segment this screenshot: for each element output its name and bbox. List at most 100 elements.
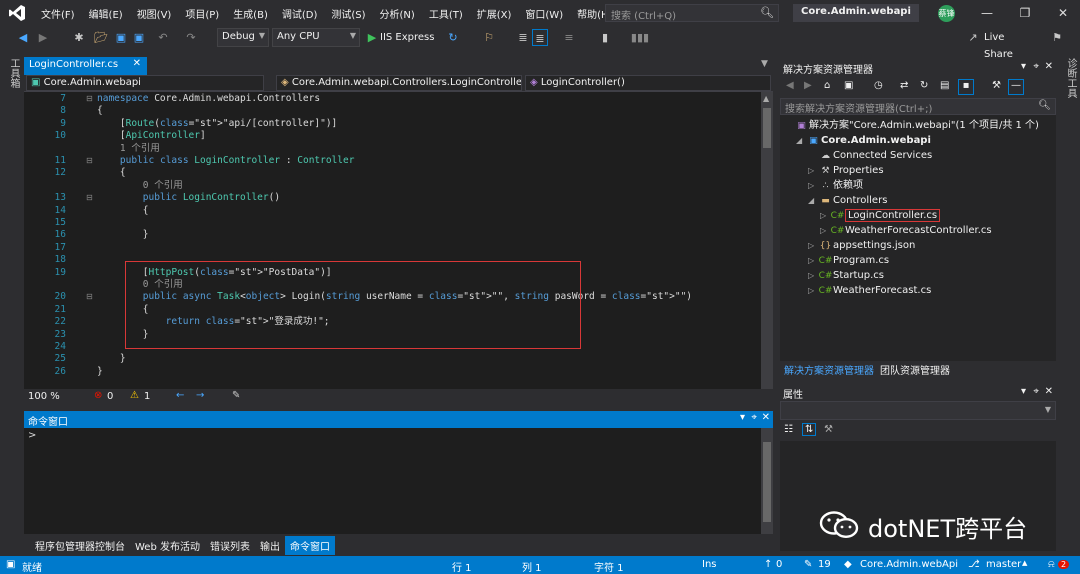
code-line[interactable]: {	[97, 105, 103, 117]
code-line[interactable]: }	[97, 353, 126, 365]
expand-icon[interactable]: ▷	[808, 253, 818, 268]
pin-icon[interactable]: ⌖	[751, 412, 757, 423]
menu-item[interactable]: 分析(N)	[373, 6, 422, 21]
save-all-icon[interactable]: ▣	[132, 29, 146, 46]
status-repo[interactable]: Core.Admin.webApi	[860, 559, 958, 570]
forward-icon[interactable]: ▶	[36, 29, 50, 46]
tree-item[interactable]: ▷ C#Startup.cs	[808, 268, 884, 283]
code-line[interactable]: {	[97, 167, 126, 179]
tree-item[interactable]: ◢ ▬ Controllers	[808, 193, 887, 208]
show-all-files-icon[interactable]: ▪	[958, 79, 974, 95]
warning-count[interactable]: 1	[144, 391, 150, 402]
status-up-count[interactable]: 0	[776, 559, 782, 570]
status-edit-count[interactable]: 19	[818, 559, 831, 570]
toolbox-tab[interactable]: 工具箱	[6, 58, 21, 88]
zoom-level[interactable]: 100 %	[28, 391, 60, 402]
expand-icon[interactable]: ▷	[820, 223, 830, 238]
code-editor[interactable]: 7 namespace Core.Admin.webapi.Controllers…	[24, 92, 761, 389]
configuration-select[interactable]: Debug ▼	[217, 28, 269, 47]
close-button[interactable]: ✕	[1048, 3, 1078, 23]
status-line[interactable]: 行 1	[452, 559, 472, 574]
pin-icon[interactable]: ⚑	[1050, 29, 1064, 46]
scrollbar-thumb[interactable]	[763, 442, 771, 522]
refresh-icon[interactable]: ↻	[920, 80, 928, 91]
comment-icon[interactable]: ≡	[562, 29, 576, 46]
run-button[interactable]: IIS Express	[380, 29, 440, 46]
code-line[interactable]: public LoginController()	[97, 192, 280, 204]
tab-solution-explorer[interactable]: 解决方案资源管理器	[784, 362, 874, 377]
pin-icon[interactable]: ⌖	[1033, 61, 1039, 72]
back-icon[interactable]: ◀	[16, 29, 30, 46]
code-line[interactable]: [ApiController]	[97, 130, 206, 142]
code-line[interactable]: namespace Core.Admin.webapi.Controllers	[97, 93, 320, 105]
property-pages-icon[interactable]: ⚒	[824, 424, 833, 435]
expand-icon[interactable]: ▷	[808, 178, 818, 193]
tree-item[interactable]: ▷ ⚒ Properties	[808, 163, 884, 178]
project-nav-select[interactable]: ▣ Core.Admin.webapi	[26, 75, 264, 91]
switch-view-icon[interactable]: ▣	[844, 80, 853, 91]
tree-item[interactable]: ▷ C#Program.cs	[808, 253, 889, 268]
expand-icon[interactable]: ▷	[808, 283, 818, 298]
tree-item[interactable]: ▣ 解决方案"Core.Admin.webapi"(1 个项目/共 1 个)	[784, 118, 1039, 133]
properties-object-select[interactable]: ▼	[780, 401, 1056, 420]
class-nav-select[interactable]: ◈ Core.Admin.webapi.Controllers.LoginCon…	[276, 75, 522, 91]
search-input[interactable]: 搜索 (Ctrl+Q) 🔍︎	[605, 4, 779, 22]
browser-link-icon[interactable]: ⚐	[482, 29, 496, 46]
code-line[interactable]: public class LoginController : Controlle…	[97, 155, 355, 167]
editor-scrollbar[interactable]: ▲	[761, 92, 773, 389]
chevron-down-icon[interactable]: ▾	[1021, 386, 1026, 397]
chevron-down-icon[interactable]: ▾	[740, 412, 745, 423]
collapse-icon[interactable]: ▤	[940, 80, 949, 91]
expand-icon[interactable]: ◢	[796, 133, 806, 148]
bottom-tab[interactable]: 程序包管理器控制台	[30, 538, 130, 553]
code-line[interactable]: }	[97, 229, 149, 241]
history-icon[interactable]: ◷	[874, 80, 883, 91]
tree-item[interactable]: ▷ C# LoginController.cs	[820, 208, 941, 223]
tree-item[interactable]: ◢ ▣ Core.Admin.webapi	[796, 133, 931, 148]
code-line[interactable]: 0 个引用	[97, 180, 183, 192]
bottom-tab[interactable]: 命令窗口	[284, 535, 335, 555]
redo-icon[interactable]: ↷	[184, 29, 198, 46]
scroll-up-icon[interactable]: ▲	[763, 94, 771, 106]
sync-icon[interactable]: ⇄	[900, 80, 908, 91]
member-nav-select[interactable]: ◈ LoginController()	[525, 75, 771, 91]
pin-icon[interactable]: ⌖	[1033, 386, 1039, 397]
collapse-icon[interactable]: ⊟	[86, 192, 93, 204]
arrow-right-icon[interactable]: →	[196, 390, 204, 401]
command-scrollbar[interactable]	[761, 428, 773, 534]
notification-bell-icon[interactable]: ⍾	[1048, 559, 1055, 570]
menu-item[interactable]: 调试(D)	[275, 6, 325, 21]
save-icon[interactable]: ▣	[114, 29, 128, 46]
code-line[interactable]: }	[97, 366, 103, 378]
command-window-body[interactable]: >	[24, 428, 761, 534]
minimize-button[interactable]: —	[972, 3, 1002, 23]
brush-icon[interactable]: ✎	[232, 390, 240, 401]
bottom-tab[interactable]: 错误列表	[205, 538, 255, 553]
bottom-tab[interactable]: 输出	[255, 538, 285, 553]
forward-icon[interactable]: ▶	[804, 80, 812, 91]
status-mode[interactable]: Ins	[702, 559, 717, 570]
play-icon[interactable]: ▶	[366, 29, 378, 46]
diagnostic-tools-tab[interactable]: 诊断工具	[1063, 58, 1078, 98]
bookmark-nav-icon[interactable]: ▮▮▮	[620, 29, 660, 46]
visual-studio-logo-icon[interactable]	[8, 4, 26, 22]
restore-button[interactable]: ❐	[1010, 3, 1040, 23]
tree-item[interactable]: ☁ Connected Services	[808, 148, 932, 163]
live-share-icon[interactable]: ↗	[966, 29, 980, 46]
solution-search-input[interactable]: 搜索解决方案资源管理器(Ctrl+;) 🔍︎	[780, 98, 1056, 115]
menu-item[interactable]: 窗口(W)	[518, 6, 570, 21]
menu-item[interactable]: 项目(P)	[178, 6, 226, 21]
collapse-icon[interactable]: ⊟	[86, 291, 93, 303]
expand-icon[interactable]: ▷	[808, 238, 818, 253]
open-folder-icon[interactable]: 📂︎	[94, 29, 108, 46]
expand-icon[interactable]: ▷	[808, 163, 818, 178]
collapse-icon[interactable]: ⊟	[86, 155, 93, 167]
live-share-button[interactable]: Live Share	[984, 29, 1036, 60]
menu-item[interactable]: 视图(V)	[130, 6, 179, 21]
status-char[interactable]: 字符 1	[594, 559, 624, 574]
close-icon[interactable]: ✕	[133, 58, 141, 69]
home-icon[interactable]: ⌂	[824, 80, 830, 91]
menu-item[interactable]: 工具(T)	[422, 6, 470, 21]
expand-icon[interactable]: ▷	[820, 208, 830, 223]
wrench-icon[interactable]: ⚒	[992, 80, 1001, 91]
